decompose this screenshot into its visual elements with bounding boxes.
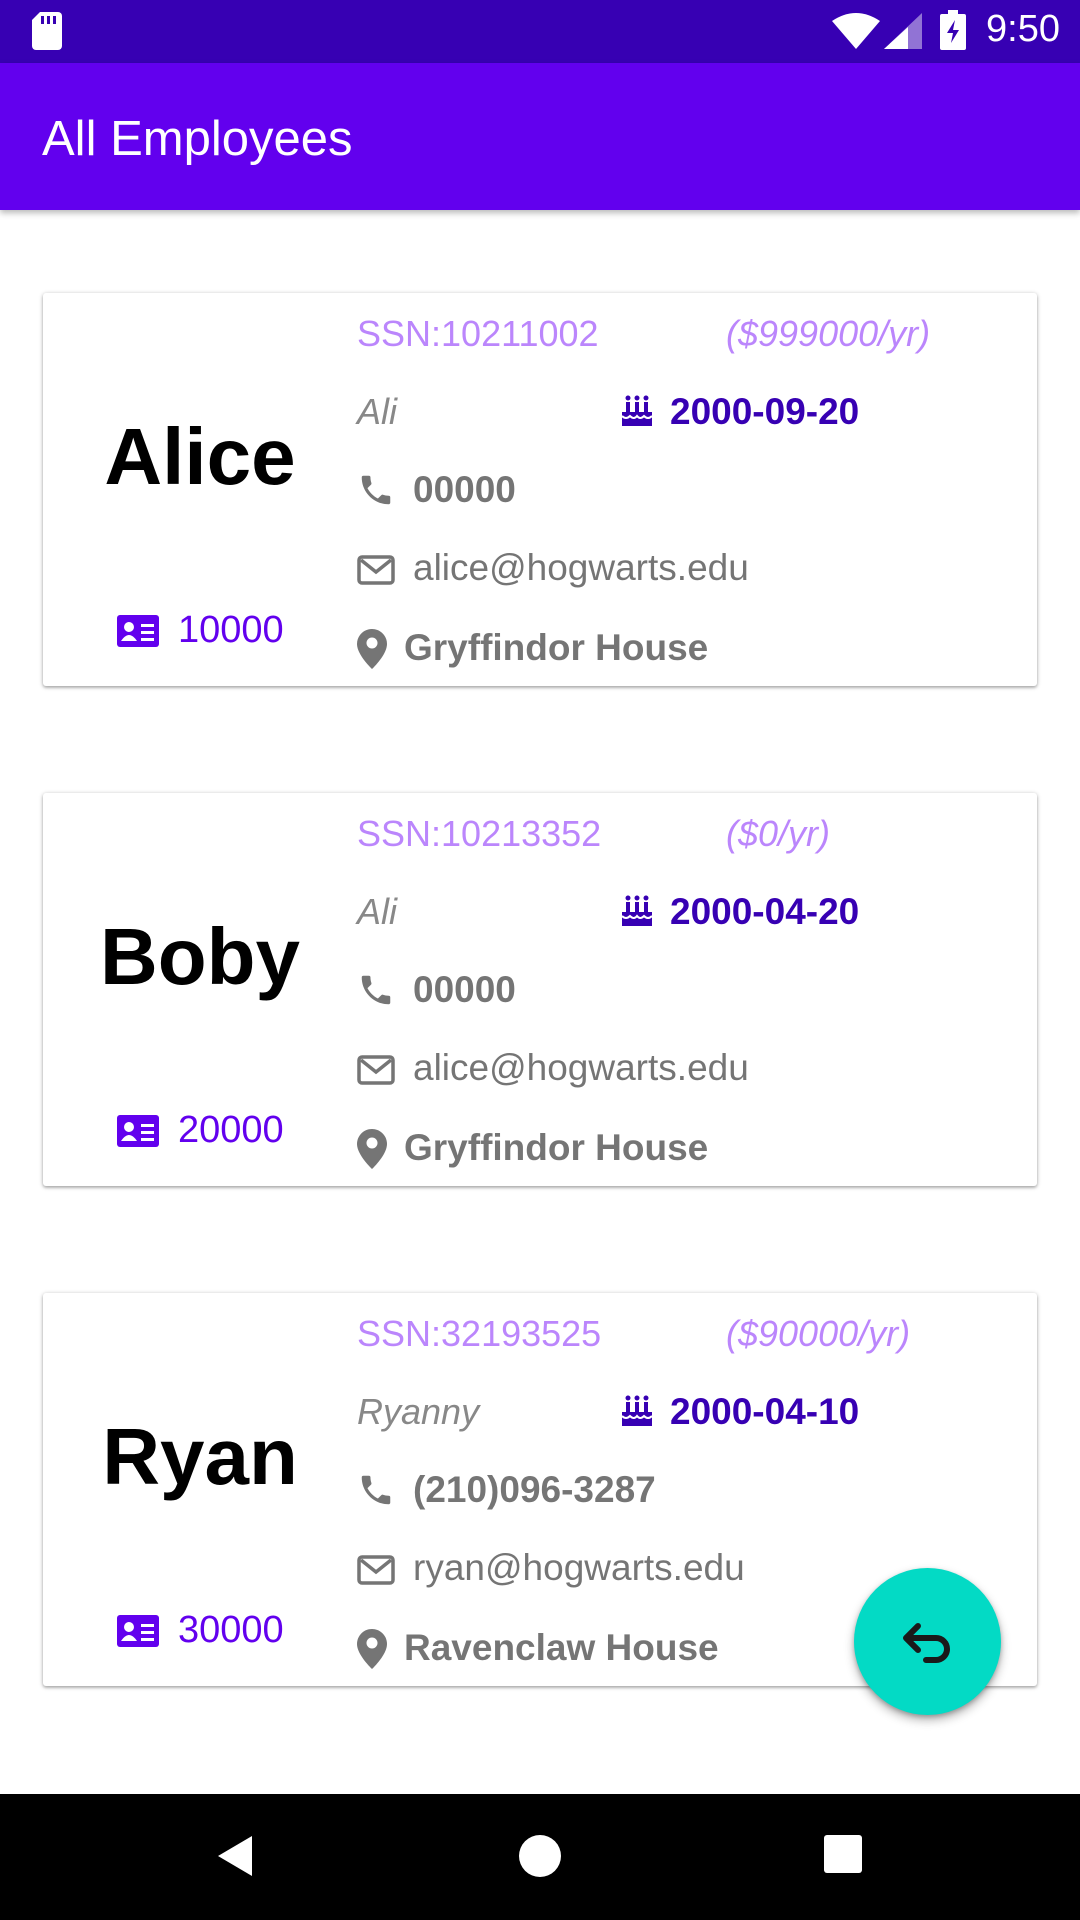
map-pin-icon [357,629,387,669]
employee-house: Gryffindor House [404,627,709,668]
id-card-icon [117,1115,159,1147]
signal-icon [884,13,922,49]
envelope-icon[interactable] [357,1055,395,1085]
employee-birthday: 2000-04-10 [670,1391,860,1432]
page-title: All Employees [42,112,353,166]
back-nav-icon[interactable] [214,1834,254,1878]
employee-phone[interactable]: 00000 [413,969,516,1011]
system-nav-bar [0,1794,1080,1920]
employee-name: Ryan [102,1412,298,1501]
phone-icon[interactable] [357,471,395,509]
birthday-cake-icon [621,895,653,926]
home-nav-icon[interactable] [518,1834,562,1878]
phone-icon[interactable] [357,971,395,1009]
wifi-icon [832,13,880,49]
id-card-icon [117,1615,159,1647]
map-pin-icon [357,1629,387,1669]
birthday-cake-icon [621,1395,653,1426]
employee-card[interactable]: Alice 10000 SSN:10211002 ($999000/yr) Al… [43,293,1037,686]
employee-ssn: SSN:10213352 [357,813,602,854]
employee-id: 10000 [178,609,284,651]
employee-nickname: Ryanny [357,1391,480,1432]
employee-name: Boby [100,912,300,1001]
envelope-icon[interactable] [357,555,395,585]
undo-fab-button[interactable] [854,1568,1001,1715]
employee-nickname: Ali [357,391,398,432]
employee-card[interactable]: Boby 20000 SSN:10213352 ($0/yr) Ali 2000… [43,793,1037,1186]
employee-email[interactable]: alice@hogwarts.edu [413,1047,749,1089]
sd-card-icon [32,12,62,50]
employee-nickname: Ali [357,891,398,932]
employee-salary: ($0/yr) [726,813,831,854]
recents-nav-icon[interactable] [823,1834,863,1874]
undo-icon [903,1623,950,1663]
employee-birthday: 2000-04-20 [670,891,860,932]
battery-icon [940,10,966,50]
employee-email[interactable]: ryan@hogwarts.edu [413,1547,745,1589]
employee-email[interactable]: alice@hogwarts.edu [413,547,749,589]
employee-phone[interactable]: (210)096-3287 [413,1469,656,1511]
employee-ssn: SSN:32193525 [357,1313,602,1354]
employee-phone[interactable]: 00000 [413,469,516,511]
employee-id: 30000 [178,1609,284,1651]
employee-birthday: 2000-09-20 [670,391,860,432]
map-pin-icon [357,1129,387,1169]
employee-ssn: SSN:10211002 [357,313,599,354]
envelope-icon[interactable] [357,1555,395,1585]
status-bar: 9:50 [0,0,1080,63]
app-bar: All Employees [0,63,1080,210]
birthday-cake-icon [621,395,653,426]
employee-house: Gryffindor House [404,1127,709,1168]
employee-id: 20000 [178,1109,284,1151]
status-clock: 9:50 [986,8,1060,50]
phone-icon[interactable] [357,1471,395,1509]
employee-name: Alice [104,412,296,501]
employee-house: Ravenclaw House [404,1627,719,1668]
id-card-icon [117,615,159,647]
employee-salary: ($999000/yr) [726,313,931,354]
employee-salary: ($90000/yr) [726,1313,911,1354]
